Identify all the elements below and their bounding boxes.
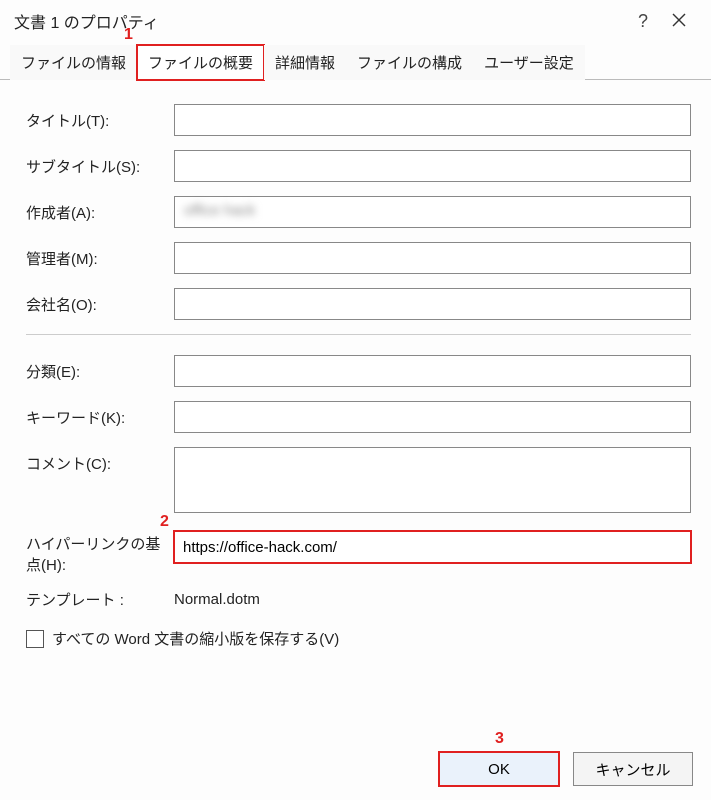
input-subtitle[interactable] [174, 150, 691, 182]
tab-details[interactable]: 詳細情報 [264, 45, 346, 80]
input-manager[interactable] [174, 242, 691, 274]
dialog-footer: 3 OK キャンセル [439, 752, 693, 786]
label-manager: 管理者(M): [26, 242, 174, 269]
label-author: 作成者(A): [26, 196, 174, 223]
tab-bar: ファイルの情報 ファイルの概要 詳細情報 ファイルの構成 ユーザー設定 [0, 44, 711, 80]
annotation-marker-2: 2 [160, 513, 169, 531]
annotation-marker-3: 3 [495, 730, 504, 748]
label-category: 分類(E): [26, 355, 174, 382]
tab-structure[interactable]: ファイルの構成 [346, 45, 473, 80]
help-button[interactable]: ? [625, 11, 661, 32]
label-template: テンプレート : [26, 589, 174, 610]
checkbox-icon [26, 630, 44, 648]
input-hyperlink-base[interactable] [174, 531, 691, 563]
title-bar: 文書 1 のプロパティ ? [0, 0, 711, 44]
summary-panel: タイトル(T): サブタイトル(S): 作成者(A): office hack … [0, 80, 711, 671]
tab-user-settings[interactable]: ユーザー設定 [473, 45, 585, 80]
label-save-thumbnail: すべての Word 文書の縮小版を保存する(V) [52, 628, 339, 649]
tab-file-info[interactable]: ファイルの情報 [10, 45, 137, 80]
save-thumbnail-checkbox[interactable]: すべての Word 文書の縮小版を保存する(V) [26, 628, 691, 649]
annotation-marker-1: 1 [124, 26, 133, 44]
label-company: 会社名(O): [26, 288, 174, 315]
label-subtitle: サブタイトル(S): [26, 150, 174, 177]
label-keywords: キーワード(K): [26, 401, 174, 428]
label-comment: コメント(C): [26, 447, 174, 474]
cancel-button[interactable]: キャンセル [573, 752, 693, 786]
ok-button[interactable]: OK [439, 752, 559, 786]
input-category[interactable] [174, 355, 691, 387]
window-title: 文書 1 のプロパティ [14, 9, 625, 33]
input-title[interactable] [174, 104, 691, 136]
close-button[interactable] [661, 11, 697, 32]
input-keywords[interactable] [174, 401, 691, 433]
separator [26, 334, 691, 335]
tab-summary[interactable]: ファイルの概要 [137, 45, 264, 80]
input-company[interactable] [174, 288, 691, 320]
label-hyperlink: ハイパーリンクの基点(H): [26, 531, 174, 575]
close-icon [672, 13, 686, 27]
input-comment[interactable] [174, 447, 691, 513]
label-title: タイトル(T): [26, 104, 174, 131]
value-template: Normal.dotm [174, 589, 260, 608]
author-blurred-value: office hack [180, 202, 255, 219]
